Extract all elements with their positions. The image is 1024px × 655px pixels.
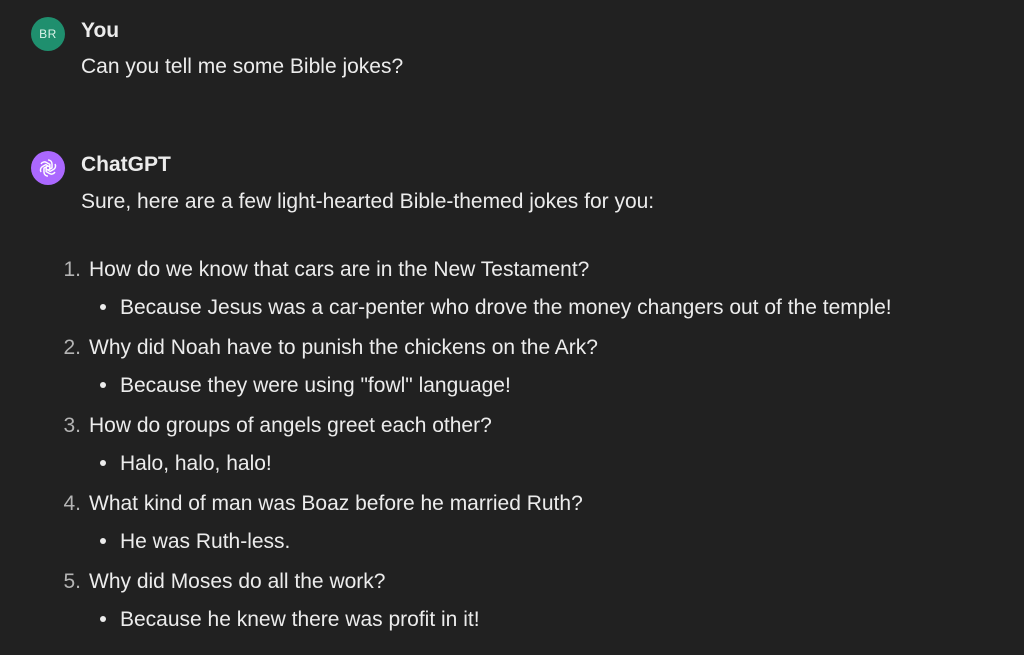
joke-number: 2. bbox=[63, 336, 81, 359]
assistant-author-name: ChatGPT bbox=[81, 153, 171, 176]
joke-number: 4. bbox=[63, 492, 81, 515]
joke-answer: Because Jesus was a car-penter who drove… bbox=[120, 296, 892, 319]
bullet-icon bbox=[100, 382, 106, 388]
bullet-icon bbox=[100, 304, 106, 310]
joke-question: What kind of man was Boaz before he marr… bbox=[89, 492, 583, 515]
joke-item: 3. How do groups of angels greet each ot… bbox=[0, 414, 1024, 492]
user-message-text: Can you tell me some Bible jokes? bbox=[81, 55, 404, 78]
bullet-icon bbox=[100, 460, 106, 466]
user-author-name: You bbox=[81, 19, 120, 42]
joke-question: Why did Moses do all the work? bbox=[89, 570, 386, 593]
openai-logo-icon bbox=[31, 151, 65, 185]
joke-question: Why did Noah have to punish the chickens… bbox=[89, 336, 598, 359]
joke-answer: Because he knew there was profit in it! bbox=[120, 608, 480, 631]
user-avatar: BR bbox=[31, 17, 65, 51]
joke-answer: Halo, halo, halo! bbox=[120, 452, 272, 475]
user-avatar-initials: BR bbox=[39, 27, 57, 41]
joke-item: 5. Why did Moses do all the work? Becaus… bbox=[0, 570, 1024, 648]
joke-answer: Because they were using "fowl" language! bbox=[120, 374, 511, 397]
chat-conversation: BR You Can you tell me some Bible jokes?… bbox=[0, 0, 1024, 655]
joke-answer: He was Ruth-less. bbox=[120, 530, 291, 553]
joke-question: How do we know that cars are in the New … bbox=[89, 258, 590, 281]
assistant-intro-text: Sure, here are a few light-hearted Bible… bbox=[81, 190, 655, 213]
bullet-icon bbox=[100, 616, 106, 622]
joke-item: 2. Why did Noah have to punish the chick… bbox=[0, 336, 1024, 414]
joke-item: 1. How do we know that cars are in the N… bbox=[0, 258, 1024, 336]
joke-item: 4. What kind of man was Boaz before he m… bbox=[0, 492, 1024, 570]
joke-number: 3. bbox=[63, 414, 81, 437]
bullet-icon bbox=[100, 538, 106, 544]
joke-number: 1. bbox=[63, 258, 81, 281]
joke-number: 5. bbox=[63, 570, 81, 593]
joke-question: How do groups of angels greet each other… bbox=[89, 414, 492, 437]
